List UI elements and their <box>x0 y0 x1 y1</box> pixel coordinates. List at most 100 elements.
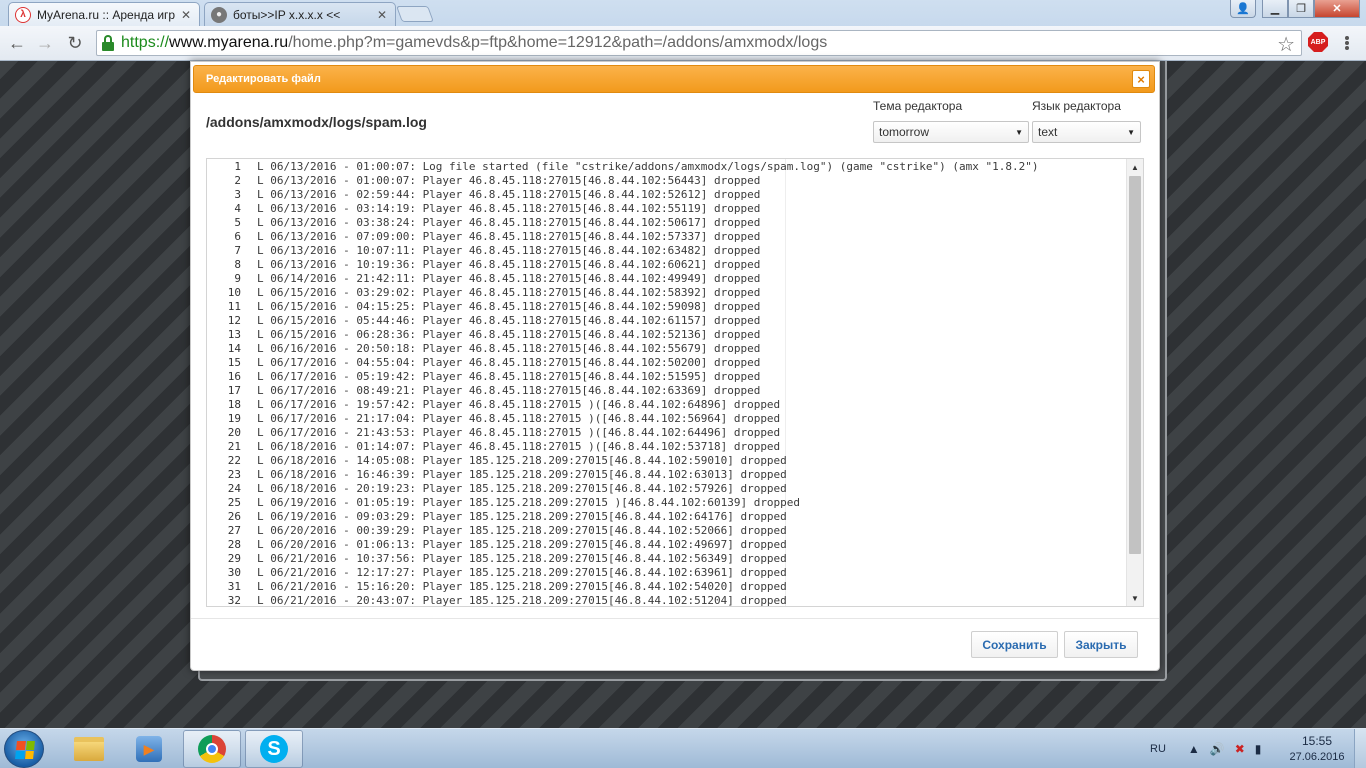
network-error-icon[interactable]: ✖ <box>1235 742 1245 756</box>
line-text: L 06/19/2016 - 01:05:19: Player 185.125.… <box>257 496 801 509</box>
editor-line: 28 L 06/20/2016 - 01:06:13: Player 185.12… <box>207 538 1125 552</box>
language-select[interactable]: text ▼ <box>1032 121 1141 143</box>
language-indicator[interactable]: RU <box>1150 743 1166 755</box>
language-value: text <box>1038 125 1058 139</box>
show-hidden-icons-icon[interactable]: ▲ <box>1188 742 1200 756</box>
line-number: 2 <box>234 174 241 187</box>
chevron-down-icon: ▼ <box>1015 127 1023 137</box>
scroll-up-icon[interactable]: ▲ <box>1127 159 1143 175</box>
back-arrow-icon[interactable]: ← <box>6 32 28 54</box>
media-player-icon: ▶ <box>136 736 162 762</box>
address-bar[interactable]: https://www.myarena.ru/home.php?m=gamevd… <box>96 30 1302 56</box>
line-number: 18 <box>227 398 241 411</box>
system-tray: RU ▲ 🔊 ✖ ▮ <box>1150 729 1271 768</box>
tab-bots[interactable]: ● боты>>IP x.x.x.x << ✕ <box>204 2 396 26</box>
modal-header: Редактировать файл × <box>193 65 1155 93</box>
user-favicon-icon: ● <box>211 6 227 23</box>
modal-close-icon[interactable]: × <box>1132 70 1150 88</box>
chevron-down-icon: ▼ <box>1127 127 1135 137</box>
start-button[interactable] <box>4 730 44 768</box>
editor-line: 13 L 06/15/2016 - 06:28:36: Player 46.8.4… <box>207 328 1125 342</box>
line-text: L 06/20/2016 - 01:06:13: Player 185.125.… <box>257 538 787 551</box>
line-number: 16 <box>227 370 241 383</box>
chrome-icon <box>198 735 226 763</box>
line-number: 1 <box>234 160 241 173</box>
forward-arrow-icon[interactable]: → <box>34 32 56 54</box>
editor-line: 1 L 06/13/2016 - 01:00:07: Log file start… <box>207 160 1125 174</box>
line-text: L 06/14/2016 - 21:42:11: Player 46.8.45.… <box>257 272 761 285</box>
clock-date: 27.06.2016 <box>1289 751 1345 763</box>
scroll-down-icon[interactable]: ▼ <box>1127 590 1143 606</box>
editor-line: 3 L 06/13/2016 - 02:59:44: Player 46.8.45… <box>207 188 1125 202</box>
line-text: L 06/21/2016 - 12:17:27: Player 185.125.… <box>257 566 787 579</box>
line-number: 6 <box>234 230 241 243</box>
taskbar-skype[interactable]: S <box>245 730 303 768</box>
editor-line: 21 L 06/18/2016 - 01:14:07: Player 46.8.4… <box>207 440 1125 454</box>
maximize-button[interactable]: ❐ <box>1288 0 1314 18</box>
theme-value: tomorrow <box>879 125 930 139</box>
save-button[interactable]: Сохранить <box>971 631 1058 658</box>
editor-line: 16 L 06/17/2016 - 05:19:42: Player 46.8.4… <box>207 370 1125 384</box>
tab-myarena[interactable]: λ MyArena.ru :: Аренда игр ✕ <box>8 2 200 26</box>
code-editor[interactable]: 1 L 06/13/2016 - 01:00:07: Log file start… <box>206 158 1144 607</box>
browser-toolbar: ← → ↻ https://www.myarena.ru/home.php?m=… <box>0 26 1366 61</box>
menu-icon[interactable] <box>1340 34 1356 52</box>
theme-select[interactable]: tomorrow ▼ <box>873 121 1029 143</box>
editor-line: 24 L 06/18/2016 - 20:19:23: Player 185.12… <box>207 482 1125 496</box>
language-field: Язык редактора text ▼ <box>1032 99 1141 143</box>
editor-line: 11 L 06/15/2016 - 04:15:25: Player 46.8.4… <box>207 300 1125 314</box>
line-number: 27 <box>227 524 241 537</box>
editor-line: 15 L 06/17/2016 - 04:55:04: Player 46.8.4… <box>207 356 1125 370</box>
minimize-button[interactable]: ▁ <box>1262 0 1288 18</box>
line-number: 13 <box>227 328 241 341</box>
editor-line: 8 L 06/13/2016 - 10:19:36: Player 46.8.45… <box>207 258 1125 272</box>
editor-line: 4 L 06/13/2016 - 03:14:19: Player 46.8.45… <box>207 202 1125 216</box>
line-number: 20 <box>227 426 241 439</box>
clock[interactable]: 15:55 27.06.2016 <box>1282 734 1352 763</box>
line-number: 3 <box>234 188 241 201</box>
line-number: 4 <box>234 202 241 215</box>
taskbar-chrome[interactable] <box>183 730 241 768</box>
line-text: L 06/17/2016 - 05:19:42: Player 46.8.45.… <box>257 370 761 383</box>
tab-close-icon[interactable]: ✕ <box>375 8 389 22</box>
myarena-favicon-icon: λ <box>15 6 31 23</box>
line-text: L 06/18/2016 - 16:46:39: Player 185.125.… <box>257 468 787 481</box>
new-tab-button[interactable] <box>396 6 434 22</box>
taskbar: ▶ S RU ▲ 🔊 ✖ ▮ 15:55 27.06.2016 <box>0 728 1366 768</box>
signal-icon[interactable]: ▮ <box>1255 742 1262 756</box>
scroll-thumb[interactable] <box>1129 176 1141 554</box>
editor-lines[interactable]: 1 L 06/13/2016 - 01:00:07: Log file start… <box>207 159 1125 606</box>
line-text: L 06/13/2016 - 10:19:36: Player 46.8.45.… <box>257 258 761 271</box>
editor-line: 29 L 06/21/2016 - 10:37:56: Player 185.12… <box>207 552 1125 566</box>
show-desktop-button[interactable] <box>1354 729 1366 768</box>
editor-line: 30 L 06/21/2016 - 12:17:27: Player 185.12… <box>207 566 1125 580</box>
volume-icon[interactable]: 🔊 <box>1210 742 1225 756</box>
line-text: L 06/13/2016 - 10:07:11: Player 46.8.45.… <box>257 244 761 257</box>
bookmark-star-icon[interactable]: ☆ <box>1277 32 1295 57</box>
line-number: 9 <box>234 272 241 285</box>
adblock-icon[interactable]: ABP <box>1308 32 1328 52</box>
vertical-scrollbar[interactable]: ▲ ▼ <box>1126 159 1143 606</box>
modal-title: Редактировать файл <box>206 73 321 85</box>
tab-title: боты>>IP x.x.x.x << <box>233 7 341 22</box>
taskbar-media-player[interactable]: ▶ <box>120 730 178 768</box>
window-close-button[interactable]: ✕ <box>1314 0 1360 18</box>
line-number: 23 <box>227 468 241 481</box>
close-button[interactable]: Закрыть <box>1064 631 1138 658</box>
reload-icon[interactable]: ↻ <box>64 32 86 54</box>
taskbar-explorer[interactable] <box>60 730 118 768</box>
profile-icon[interactable]: 👤 <box>1230 0 1256 18</box>
tab-strip: λ MyArena.ru :: Аренда игр ✕ ● боты>>IP … <box>0 0 1366 26</box>
editor-line: 14 L 06/16/2016 - 20:50:18: Player 46.8.4… <box>207 342 1125 356</box>
line-text: L 06/19/2016 - 09:03:29: Player 185.125.… <box>257 510 787 523</box>
window-controls: 👤 ▁ ❐ ✕ <box>1230 0 1360 18</box>
line-text: L 06/15/2016 - 05:44:46: Player 46.8.45.… <box>257 314 761 327</box>
line-text: L 06/17/2016 - 08:49:21: Player 46.8.45.… <box>257 384 761 397</box>
line-number: 15 <box>227 356 241 369</box>
tab-close-icon[interactable]: ✕ <box>179 8 193 22</box>
line-text: L 06/21/2016 - 10:37:56: Player 185.125.… <box>257 552 787 565</box>
line-text: L 06/17/2016 - 19:57:42: Player 46.8.45.… <box>257 398 781 411</box>
line-text: L 06/17/2016 - 04:55:04: Player 46.8.45.… <box>257 356 761 369</box>
windows-logo-icon <box>15 741 35 759</box>
line-number: 11 <box>227 300 241 313</box>
